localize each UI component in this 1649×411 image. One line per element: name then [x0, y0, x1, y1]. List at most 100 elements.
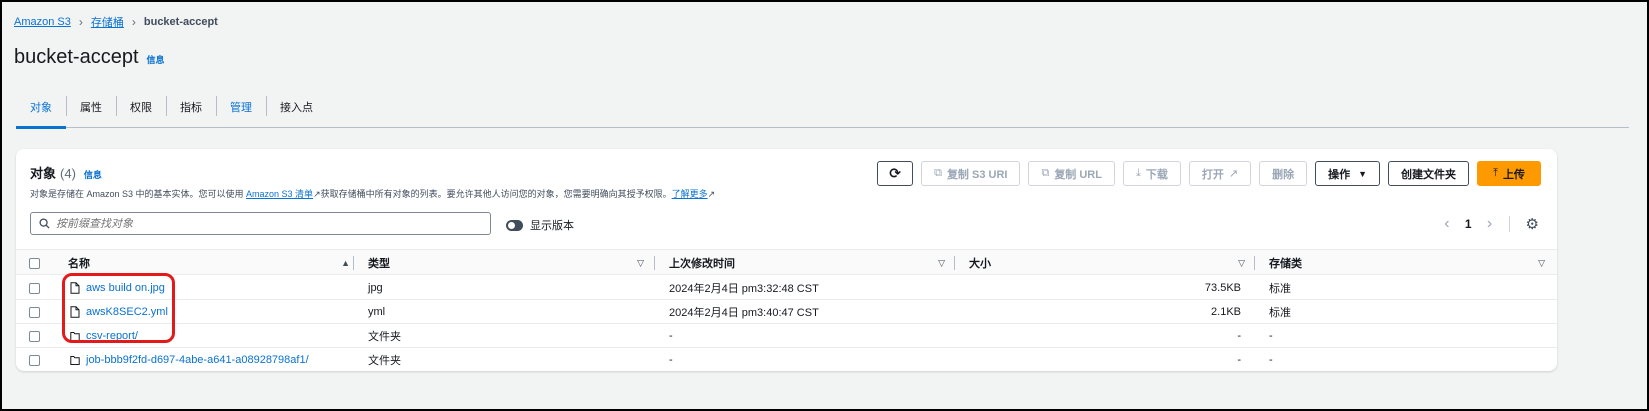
next-page-icon[interactable]: ›: [1481, 215, 1499, 233]
divider: [353, 256, 354, 270]
sort-caret-icon[interactable]: ▽: [1238, 258, 1245, 269]
col-storage-label: 存储类: [1269, 258, 1302, 270]
panel-desc-text-1: 对象是存储在 Amazon S3 中的基本实体。您可以使用: [30, 189, 247, 199]
row-select-cell: [29, 276, 40, 300]
type-cell: 文件夹: [368, 355, 401, 367]
page-info-link[interactable]: 信息: [147, 53, 165, 66]
breadcrumb: Amazon S3 › 存储桶 › bucket-accept: [14, 14, 218, 30]
upload-button[interactable]: ⤒ 上传: [1477, 161, 1541, 186]
external-link-icon: ↗: [313, 189, 321, 199]
gear-icon[interactable]: ⚙: [1526, 215, 1539, 233]
size-cell: -: [1237, 330, 1241, 342]
col-storage-class[interactable]: 存储类 ▽: [1269, 250, 1547, 276]
create-folder-button[interactable]: 创建文件夹: [1388, 161, 1469, 186]
toolbar: ⟳ ⧉ 复制 S3 URI ⧉ 复制 URL ⤓ 下载 打开 ↗ 删除 操作 ▼ 创建文件…: [877, 161, 1541, 186]
tab-objects[interactable]: 对象: [16, 94, 66, 129]
copy-icon: ⧉: [934, 167, 942, 179]
panel-header: 对象 (4) 信息: [30, 163, 102, 182]
panel-info-link[interactable]: 信息: [84, 168, 102, 181]
external-link-icon: ↗: [707, 189, 716, 199]
row-select-cell: [29, 348, 40, 372]
page-title: bucket-accept: [14, 46, 139, 68]
row-select-cell: [29, 300, 40, 324]
prev-page-icon[interactable]: ‹: [1438, 215, 1456, 233]
copy-url-label: 复制 URL: [1054, 168, 1102, 181]
toggle-switch[interactable]: [506, 219, 523, 231]
select-all-checkbox[interactable]: [29, 257, 40, 269]
table-row[interactable]: awsK8SEC2.yml yml 2024年2月4日 pm3:40:47 CS…: [16, 300, 1557, 324]
breadcrumb-current: bucket-accept: [143, 16, 218, 28]
object-name-link[interactable]: job-bbb9f2fd-d697-4abe-a641-a08928798af1…: [86, 354, 309, 366]
col-type-label: 类型: [368, 258, 390, 270]
delete-button[interactable]: 删除: [1259, 161, 1308, 186]
refresh-button[interactable]: ⟳: [877, 161, 914, 186]
breadcrumb-buckets[interactable]: 存储桶: [91, 14, 124, 30]
table-row[interactable]: csv-report/ 文件夹 - - -: [16, 324, 1557, 348]
folder-icon: [70, 356, 80, 365]
row-checkbox[interactable]: [29, 330, 40, 342]
pagination: ‹ 1 › ⚙: [1438, 215, 1539, 233]
open-button[interactable]: 打开 ↗: [1188, 161, 1252, 186]
row-select-cell: [29, 324, 40, 348]
storage-cell: 标准: [1269, 307, 1291, 319]
create-folder-label: 创建文件夹: [1401, 168, 1456, 181]
sort-caret-icon[interactable]: ▽: [1538, 258, 1545, 269]
show-versions-toggle[interactable]: 显示版本: [506, 217, 574, 233]
chevron-right-icon: ›: [78, 15, 83, 29]
col-size-label: 大小: [969, 258, 991, 270]
search-input[interactable]: [56, 217, 456, 230]
download-button[interactable]: ⤓ 下载: [1122, 161, 1181, 186]
table-header: 名称 ▲ 类型 ▽ 上次修改时间 ▽ 大小 ▽ 存储类 ▽: [16, 249, 1557, 275]
open-label: 打开: [1201, 168, 1224, 181]
copy-url-button[interactable]: ⧉ 复制 URL: [1028, 161, 1115, 186]
objects-panel: 对象 (4) 信息 对象是存储在 Amazon S3 中的基本实体。您可以使用 …: [16, 149, 1557, 371]
tab-properties[interactable]: 属性: [66, 94, 116, 128]
sort-caret-icon[interactable]: ▽: [637, 258, 644, 269]
col-modified[interactable]: 上次修改时间 ▽: [669, 250, 947, 276]
tab-management[interactable]: 管理: [216, 94, 266, 128]
divider: [954, 256, 955, 270]
tab-permissions[interactable]: 权限: [116, 94, 166, 128]
actions-label: 操作: [1328, 168, 1351, 181]
copy-s3-uri-label: 复制 S3 URI: [946, 168, 1008, 181]
sort-asc-icon[interactable]: ▲: [341, 258, 350, 268]
size-cell: 73.5KB: [1204, 282, 1241, 294]
annotation-highlight: [62, 273, 175, 343]
chevron-right-icon: ›: [131, 15, 136, 29]
learn-more-link[interactable]: 了解更多: [672, 189, 708, 199]
type-cell: jpg: [368, 282, 383, 294]
actions-dropdown[interactable]: 操作 ▼: [1315, 161, 1380, 186]
caret-down-icon: ▼: [1358, 168, 1367, 179]
tab-access-points[interactable]: 接入点: [266, 94, 327, 128]
tab-bar: 对象 属性 权限 指标 管理 接入点: [16, 94, 1629, 129]
search-icon: [39, 218, 50, 229]
table-row[interactable]: aws build on.jpg jpg 2024年2月4日 pm3:32:48…: [16, 276, 1557, 300]
col-modified-label: 上次修改时间: [669, 258, 735, 270]
sort-caret-icon[interactable]: ▽: [938, 258, 945, 269]
page-number[interactable]: 1: [1465, 217, 1472, 231]
row-checkbox[interactable]: [29, 282, 40, 294]
inventory-link[interactable]: Amazon S3 清单: [246, 189, 313, 199]
panel-desc-text-2: 获取存储桶中所有对象的列表。要允许其他人访问您的对象，您需要明确向其授予权限。: [320, 189, 672, 199]
modified-cell: 2024年2月4日 pm3:32:48 CST: [669, 283, 819, 295]
page-header: bucket-accept 信息: [14, 46, 165, 69]
panel-title: 对象: [30, 166, 57, 181]
row-checkbox[interactable]: [29, 306, 40, 318]
download-label: 下载: [1145, 168, 1168, 181]
row-checkbox[interactable]: [29, 354, 40, 366]
table-row[interactable]: job-bbb9f2fd-d697-4abe-a641-a08928798af1…: [16, 348, 1557, 372]
copy-s3-uri-button[interactable]: ⧉ 复制 S3 URI: [921, 161, 1021, 186]
external-link-icon: ↗: [1228, 168, 1239, 180]
col-name-label: 名称: [68, 258, 90, 270]
breadcrumb-amazon-s3[interactable]: Amazon S3: [14, 16, 71, 28]
select-all-cell: [29, 250, 40, 276]
upload-label: 上传: [1502, 168, 1525, 181]
col-size[interactable]: 大小 ▽: [969, 250, 1247, 276]
size-cell: -: [1237, 354, 1241, 366]
upload-icon: ⤒: [1493, 167, 1498, 179]
tab-metrics[interactable]: 指标: [166, 94, 216, 128]
col-type[interactable]: 类型 ▽: [368, 250, 646, 276]
divider: [654, 256, 655, 270]
divider: [1254, 256, 1255, 270]
type-cell: 文件夹: [368, 331, 401, 343]
